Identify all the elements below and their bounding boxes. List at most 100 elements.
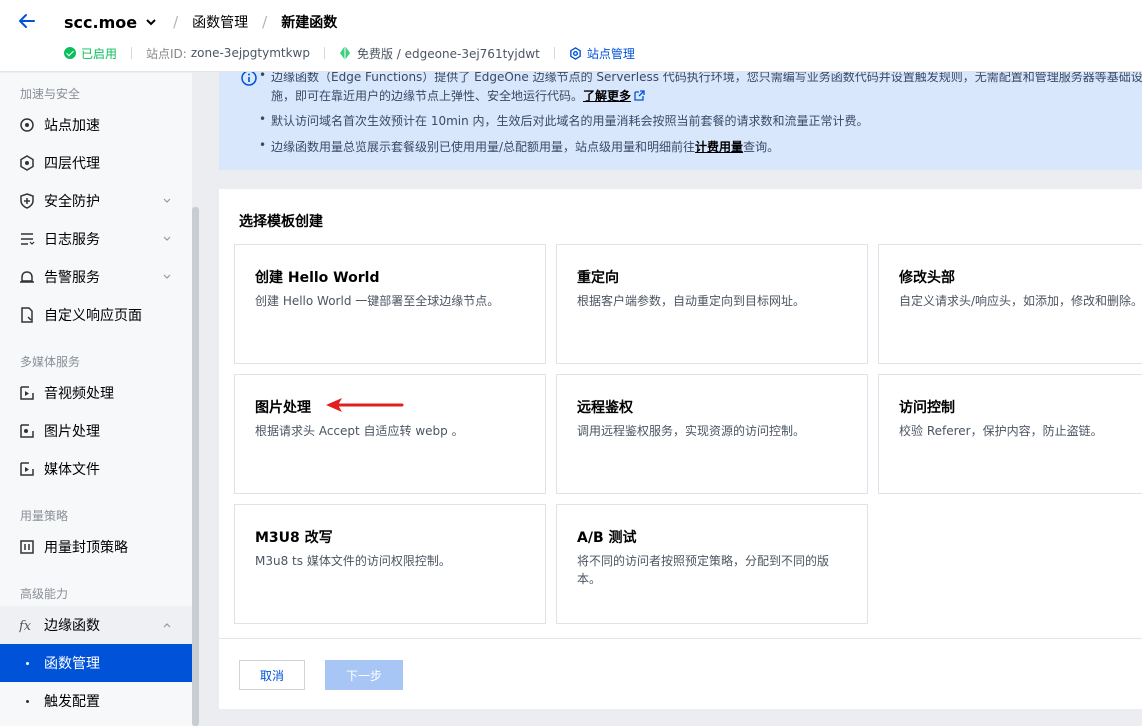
info-icon: [241, 72, 257, 86]
function-fx-icon: fx: [19, 619, 32, 633]
top-header: scc.moe / 函数管理 / 新建函数 已启用 站点ID: zone-3ej…: [0, 0, 1142, 72]
sidebar-item-security[interactable]: 安全防护: [0, 182, 192, 220]
breadcrumb: scc.moe / 函数管理 / 新建函数: [64, 12, 337, 32]
sidebar-item-label: 自定义响应页面: [44, 308, 142, 324]
sidebar-group-acceleration: 加速与安全: [20, 87, 81, 101]
divider: [323, 47, 325, 59]
plan-text: 免费版 / edgeone-3ej761tyjdwt: [356, 46, 540, 61]
next-step-button[interactable]: 下一步: [325, 660, 403, 690]
sidebar-item-label: 用量封顶策略: [44, 540, 128, 556]
sidebar-item-label: 函数管理: [44, 656, 100, 672]
card-title: M3U8 改写: [255, 530, 333, 546]
notice-line: 边缘函数（Edge Functions）提供了 EdgeOne 边缘节点的 Se…: [259, 72, 1142, 85]
usage-cap-icon: [20, 540, 34, 554]
site-meta: 已启用 站点ID: zone-3ejpgtymtkwp 免费版 / edgeon…: [64, 44, 635, 62]
bullet: [26, 699, 29, 703]
sidebar-item-label: 音视频处理: [44, 386, 114, 402]
sidebar-item-edge-functions[interactable]: fx 边缘函数: [0, 606, 192, 644]
sidebar-item-label: 站点加速: [44, 118, 100, 134]
page-title: 新建函数: [281, 15, 338, 31]
chevron-up-icon: [163, 623, 171, 628]
sidebar-item-site-acceleration[interactable]: 站点加速: [0, 106, 192, 144]
template-panel: 选择模板创建 创建 Hello World 创建 Hello World 一键部…: [219, 189, 1142, 709]
card-title: 图片处理: [255, 400, 311, 416]
sidebar-item-image-processing[interactable]: 图片处理: [0, 412, 192, 450]
plan-leaf-icon: [339, 46, 350, 60]
sidebar-item-usage-cap[interactable]: 用量封顶策略: [0, 528, 192, 566]
annotation-arrow-icon: [326, 398, 404, 412]
card-title: 创建 Hello World: [255, 270, 380, 286]
sidebar-item-label: 边缘函数: [44, 618, 100, 634]
learn-more-link[interactable]: 了解更多: [583, 89, 631, 103]
chevron-down-icon[interactable]: [143, 14, 159, 30]
sidebar-item-label: 媒体文件: [44, 462, 100, 478]
external-link-icon[interactable]: [634, 90, 645, 101]
breadcrumb-function-mgmt[interactable]: 函数管理: [192, 12, 248, 32]
scrollbar-thumb[interactable]: [192, 207, 199, 726]
shield-icon: [20, 193, 34, 209]
info-notice: 边缘函数（Edge Functions）提供了 EdgeOne 边缘节点的 Se…: [219, 72, 1142, 170]
chevron-down-icon: [163, 236, 171, 241]
card-title: 修改头部: [899, 270, 955, 286]
sidebar-item-l4-proxy[interactable]: 四层代理: [0, 144, 192, 182]
template-card-modify-header[interactable]: 修改头部 自定义请求头/响应头，如添加，修改和删除。: [878, 244, 1142, 364]
alarm-bell-icon: [20, 271, 34, 283]
divider: [131, 47, 133, 59]
status-text: 已启用: [81, 46, 118, 61]
sidebar-item-label: 四层代理: [44, 156, 100, 172]
page-icon: [21, 307, 33, 323]
svg-text:fx: fx: [19, 619, 32, 633]
sidebar-item-media-files[interactable]: 媒体文件: [0, 450, 192, 488]
sidebar-item-label: 图片处理: [44, 424, 100, 440]
sidebar-item-av-processing[interactable]: 音视频处理: [0, 374, 192, 412]
panel-title: 选择模板创建: [239, 214, 323, 230]
template-card-remote-auth[interactable]: 远程鉴权 调用远程鉴权服务，实现资源的访问控制。: [556, 374, 868, 494]
notice-text: 查询。: [743, 140, 780, 154]
card-desc: M3u8 ts 媒体文件的访问权限控制。: [255, 554, 451, 568]
notice-text: 施，即可在靠近用户的边缘节点上弹性、安全地运行代码。: [271, 89, 584, 103]
sidebar-group-advanced: 高级能力: [20, 587, 69, 601]
gear-icon: [570, 46, 581, 60]
sidebar-item-log-service[interactable]: 日志服务: [0, 220, 192, 258]
sidebar-group-usage: 用量策略: [20, 509, 69, 523]
breadcrumb-separator: /: [173, 13, 179, 31]
card-title: 远程鉴权: [577, 400, 633, 416]
sidebar-item-label: 告警服务: [44, 270, 100, 286]
template-card-hello-world[interactable]: 创建 Hello World 创建 Hello World 一键部署至全球边缘节…: [234, 244, 546, 364]
billing-usage-link[interactable]: 计费用量: [695, 140, 743, 154]
template-card-access-control[interactable]: 访问控制 校验 Referer，保护内容，防止盗链。: [878, 374, 1142, 494]
template-card-ab-test[interactable]: A/B 测试 将不同的访问者按照预定策略，分配到不同的版本。: [556, 504, 868, 624]
plan-info[interactable]: 免费版 / edgeone-3ej761tyjdwt: [339, 45, 540, 62]
video-icon: [20, 386, 34, 400]
card-desc: 自定义请求头/响应头，如添加，修改和删除。: [899, 294, 1142, 308]
media-file-icon: [20, 462, 34, 476]
sidebar-subitem-trigger-config[interactable]: 触发配置: [0, 682, 192, 720]
notice-text: 边缘函数用量总览展示套餐级别已使用用量/总配额用量，站点级用量和明细前往: [271, 140, 696, 154]
sidebar-subitem-function-mgmt[interactable]: 函数管理: [0, 644, 192, 682]
notice-line: 默认访问域名首次生效预计在 10min 内，生效后对此域名的用量消耗会按照当前套…: [259, 112, 869, 129]
template-card-image-processing[interactable]: 图片处理 根据请求头 Accept 自适应转 webp 。: [234, 374, 546, 494]
breadcrumb-separator: /: [262, 13, 268, 31]
card-desc: 根据客户端参数，自动重定向到目标网址。: [577, 294, 806, 308]
site-id-label: 站点ID:: [146, 46, 187, 61]
acceleration-icon: [20, 118, 34, 132]
back-arrow-icon[interactable]: [16, 10, 38, 32]
log-list-icon: [21, 233, 35, 245]
sidebar-scrollbar[interactable]: [192, 73, 199, 726]
site-selector[interactable]: scc.moe: [64, 13, 137, 32]
cancel-button[interactable]: 取消: [239, 660, 305, 690]
bullet: [26, 661, 29, 665]
card-desc: 调用远程鉴权服务，实现资源的访问控制。: [577, 424, 806, 438]
site-mgmt-link[interactable]: 站点管理: [569, 45, 635, 62]
card-desc: 根据请求头 Accept 自适应转 webp 。: [255, 424, 464, 438]
sidebar-item-alarm-service[interactable]: 告警服务: [0, 258, 192, 296]
template-card-m3u8-rewrite[interactable]: M3U8 改写 M3u8 ts 媒体文件的访问权限控制。: [234, 504, 546, 624]
card-desc: 创建 Hello World 一键部署至全球边缘节点。: [255, 294, 500, 308]
template-card-redirect[interactable]: 重定向 根据客户端参数，自动重定向到目标网址。: [556, 244, 868, 364]
card-title: A/B 测试: [577, 530, 637, 546]
site-id: 站点ID: zone-3ejpgtymtkwp: [146, 45, 310, 62]
card-desc: 将不同的访问者按照预定策略，分配到不同的版本。: [577, 554, 830, 586]
card-title: 访问控制: [899, 400, 955, 416]
sidebar-item-custom-response[interactable]: 自定义响应页面: [0, 296, 192, 334]
chevron-down-icon: [163, 274, 171, 279]
